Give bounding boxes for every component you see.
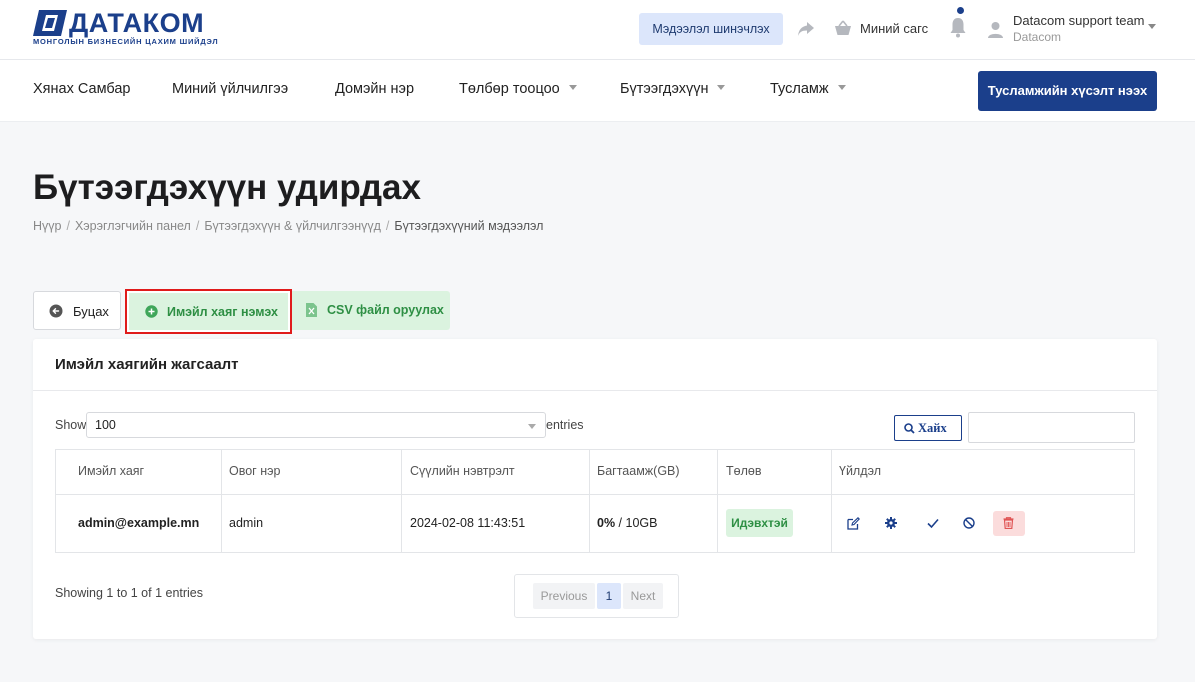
- card-divider: [33, 390, 1157, 391]
- column-header-name[interactable]: Овог нэр: [229, 450, 280, 494]
- email-list-card: Имэйл хаягийн жагсаалт Show 100 entries …: [33, 339, 1157, 639]
- top-header: ДАТАКОМ МОНГОЛЫН БИЗНЕСИЙН ЦАХИМ ШИЙДЭЛ …: [0, 0, 1195, 60]
- search-input[interactable]: [968, 412, 1135, 443]
- bell-icon[interactable]: [949, 16, 967, 38]
- chevron-down-icon: [528, 424, 536, 429]
- row-quota-total: / 10GB: [615, 516, 658, 530]
- import-csv-button[interactable]: CSV файл оруулах: [292, 291, 450, 330]
- show-label: Show: [55, 418, 87, 432]
- row-quota: 0% / 10GB: [597, 495, 657, 552]
- nav-item-my-services[interactable]: Миний үйлчилгээ: [172, 81, 288, 97]
- column-header-actions: Үйлдэл: [839, 464, 882, 478]
- column-header-email[interactable]: Имэйл хаяг: [78, 450, 144, 494]
- column-divider: [401, 450, 402, 552]
- trash-icon: [1003, 517, 1014, 529]
- row-name: admin: [229, 516, 264, 530]
- column-header-last-login[interactable]: Сүүлийн нэвтрэлт: [410, 450, 515, 494]
- column-header-quota[interactable]: Багтаамж(GB): [597, 450, 680, 494]
- nav-item-help[interactable]: Тусламж: [770, 81, 846, 97]
- nav-item-domains[interactable]: Домэйн нэр: [335, 81, 414, 97]
- update-info-button[interactable]: Мэдээлэл шинэчлэх: [639, 13, 783, 45]
- basket-icon[interactable]: [834, 20, 852, 37]
- back-button[interactable]: Буцах: [33, 291, 121, 330]
- check-icon: [927, 518, 939, 529]
- add-email-button-label: Имэйл хаяг нэмэх: [167, 305, 279, 319]
- pagination: Previous 1 Next: [514, 574, 679, 618]
- breadcrumb: Нүүр / Хэрэглэгчийн панел / Бүтээгдэхүүн & ү…: [33, 219, 543, 233]
- entries-label: entries: [546, 418, 584, 432]
- notification-dot: [957, 7, 964, 14]
- plus-circle-icon: [145, 305, 158, 318]
- breadcrumb-current: Бүтээгдэхүүний мэдээлэл: [394, 219, 544, 233]
- main-navigation: Хянах Самбар Миний үйлчилгээ Домэйн нэр …: [0, 60, 1195, 122]
- user-menu-caret-icon[interactable]: [1148, 24, 1156, 29]
- logo-text: ДАТАКОМ: [69, 8, 205, 38]
- datacom-logo[interactable]: ДАТАКОМ МОНГОЛЫН БИЗНЕСИЙН ЦАХИМ ШИЙДЭЛ: [33, 8, 218, 48]
- column-divider: [717, 450, 718, 552]
- breadcrumb-separator: /: [195, 219, 200, 233]
- breadcrumb-separator: /: [66, 219, 70, 233]
- gear-icon: [885, 517, 897, 529]
- chevron-down-icon: [568, 84, 577, 90]
- excel-file-icon: [306, 303, 317, 317]
- settings-button[interactable]: [879, 511, 903, 535]
- column-divider: [589, 450, 590, 552]
- row-email: admin@example.mn: [78, 516, 200, 530]
- back-button-label: Буцах: [73, 304, 109, 319]
- column-divider: [831, 450, 832, 552]
- nav-item-dashboard[interactable]: Хянах Самбар: [33, 81, 130, 97]
- email-table: Имэйл хаяг Овог нэр Сүүлийн нэвтрэлт Баг…: [55, 449, 1135, 553]
- pagination-next[interactable]: Next: [623, 583, 663, 609]
- nav-item-products[interactable]: Бүтээгдэхүүн: [620, 81, 726, 97]
- row-usage-percent: 0%: [597, 516, 616, 530]
- import-csv-button-label: CSV файл оруулах: [327, 303, 444, 317]
- chevron-down-icon: [837, 84, 846, 90]
- logo-subtitle: МОНГОЛЫН БИЗНЕСИЙН ЦАХИМ ШИЙДЭЛ: [33, 37, 219, 46]
- header-row-divider: [56, 494, 1134, 495]
- user-icon[interactable]: [987, 21, 1004, 38]
- cart-link[interactable]: Миний сагс: [860, 21, 928, 36]
- activate-button[interactable]: [921, 511, 945, 535]
- user-organization: Datacom: [1013, 30, 1062, 44]
- user-name[interactable]: Datacom support team: [1013, 13, 1145, 28]
- arrow-left-circle-icon: [49, 304, 63, 318]
- page-size-select[interactable]: 100: [86, 412, 546, 438]
- share-icon[interactable]: [797, 21, 815, 37]
- edit-icon: [847, 517, 860, 530]
- breadcrumb-separator: /: [385, 219, 390, 233]
- add-email-button-body[interactable]: Имэйл хаяг нэмэх: [129, 293, 288, 330]
- page-size-value: 100: [95, 418, 116, 432]
- table-info: Showing 1 to 1 of 1 entries: [55, 586, 204, 600]
- suspend-button[interactable]: [957, 511, 981, 535]
- search-button-label: Хайх: [918, 421, 947, 435]
- row-last-login: 2024-02-08 11:43:51: [410, 516, 526, 530]
- search-button[interactable]: Хайх: [894, 415, 962, 441]
- breadcrumb-products-services[interactable]: Бүтээгдэхүүн & үйлчилгээнүүд: [204, 219, 381, 233]
- add-email-button[interactable]: Имэйл хаяг нэмэх: [125, 289, 292, 334]
- edit-button[interactable]: [841, 511, 865, 535]
- card-title: Имэйл хаягийн жагсаалт: [55, 356, 239, 373]
- pagination-page-1[interactable]: 1: [597, 583, 621, 609]
- nav-item-billing[interactable]: Төлбөр тооцоо: [459, 81, 577, 97]
- column-header-status[interactable]: Төлөв: [726, 450, 761, 494]
- chevron-down-icon: [717, 84, 726, 90]
- status-badge: Идэвхтэй: [726, 509, 793, 537]
- breadcrumb-client-area[interactable]: Хэрэглэгчийн панел: [75, 219, 191, 233]
- delete-button[interactable]: [993, 511, 1025, 536]
- logo-mark-icon: [33, 10, 67, 36]
- open-support-ticket-button[interactable]: Тусламжийн хүсэлт нээх: [978, 71, 1157, 111]
- ban-icon: [963, 517, 975, 529]
- breadcrumb-home[interactable]: Нүүр: [33, 219, 61, 233]
- column-divider: [221, 450, 222, 552]
- page-title: Бүтээгдэхүүн удирдах: [33, 168, 421, 207]
- pagination-previous[interactable]: Previous: [533, 583, 595, 609]
- search-icon: [904, 423, 915, 434]
